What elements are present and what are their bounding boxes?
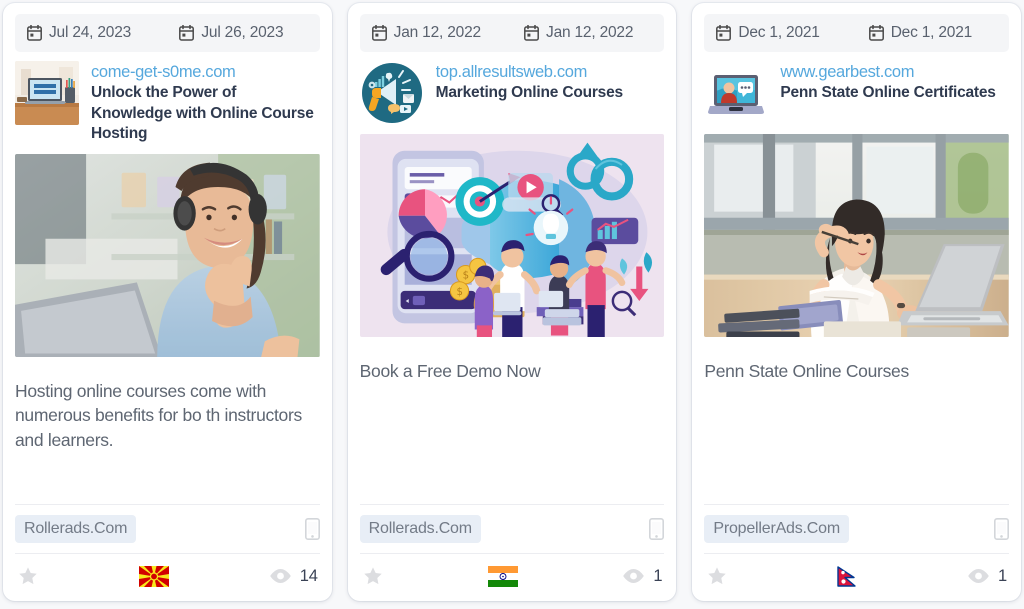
ad-title: Marketing Online Courses [435,84,623,101]
site-meta: come-get-s0me.com Unlock the Power of Kn… [91,61,320,145]
view-count: 1 [998,566,1008,585]
flag-india [488,565,519,587]
laptop-video-call-logo [704,61,769,125]
stats-row: 1 [692,554,1021,601]
mobile-icon [649,518,665,540]
date-range-bar: Jan 12, 2022 Jan 12, 2022 [359,14,665,52]
flag-north-macedonia [138,565,169,587]
stats-row: 1 [348,554,677,601]
end-date-text: Dec 1, 2021 [890,24,973,41]
flag-nepal [836,565,856,587]
svg-text:$: $ [456,287,462,298]
start-date: Jan 12, 2022 [360,24,512,42]
site-domain-link[interactable]: come-get-s0me.com [91,62,320,82]
end-date-text: Jul 26, 2023 [201,24,284,41]
site-header: top.allresultsweb.com Marketing Online C… [348,52,677,125]
ad-card[interactable]: Jul 24, 2023 Jul 26, 2023 come-get-s0me.… [3,3,332,601]
star-icon[interactable] [362,565,384,587]
megaphone-marketing-logo [359,61,424,125]
calendar-icon [716,25,732,41]
ad-card[interactable]: Jan 12, 2022 Jan 12, 2022 top.allresults… [347,3,677,601]
date-range-bar: Jul 24, 2023 Jul 26, 2023 [15,14,320,52]
site-header: www.gearbest.com Penn State Online Certi… [692,52,1021,125]
view-count: 14 [299,566,318,585]
start-date: Dec 1, 2021 [704,24,856,42]
network-row: PropellerAds.Com [692,505,1021,553]
end-date: Jul 26, 2023 [167,24,319,42]
start-date-text: Jan 12, 2022 [393,24,481,41]
ad-title: Unlock the Power of Knowledge with Onlin… [91,84,314,142]
ad-card[interactable]: Dec 1, 2021 Dec 1, 2021 www.gearbest.com… [692,3,1022,601]
star-icon[interactable] [706,565,728,587]
start-date-text: Dec 1, 2021 [738,24,820,41]
end-date: Dec 1, 2021 [857,24,1009,42]
view-count: 1 [653,566,663,585]
site-domain-link[interactable]: top.allresultsweb.com [436,62,665,82]
eye-icon [269,569,291,583]
calendar-icon [27,25,42,41]
digital-marketing-illustration[interactable]: $ $ [359,134,665,337]
eye-icon [968,569,989,583]
calendar-icon [179,25,195,41]
start-date: Jul 24, 2023 [15,24,167,42]
online-course-laptop-thumbnail [15,61,79,125]
svg-text:$: $ [462,271,468,282]
date-range-bar: Dec 1, 2021 Dec 1, 2021 [704,14,1010,52]
ad-description: Penn State Online Courses [704,361,909,381]
end-date-text: Jan 12, 2022 [546,24,634,41]
ad-title: Penn State Online Certificates [780,84,996,101]
network-row: Rollerads.Com [348,505,677,553]
woman-headphones-thumbs-up-photo[interactable] [15,153,320,357]
ad-network-badge[interactable]: Rollerads.Com [15,515,137,543]
site-domain-link[interactable]: www.gearbest.com [780,62,1009,82]
stats-row: 14 [3,554,332,601]
site-meta: www.gearbest.com Penn State Online Certi… [780,61,1009,104]
ad-card-grid: Jul 24, 2023 Jul 26, 2023 come-get-s0me.… [0,0,1024,609]
start-date-text: Jul 24, 2023 [49,24,132,41]
site-meta: top.allresultsweb.com Marketing Online C… [436,61,665,104]
ad-description: Book a Free Demo Now [359,361,541,381]
ad-network-badge[interactable]: PropellerAds.Com [704,515,849,543]
site-header: come-get-s0me.com Unlock the Power of Kn… [3,52,332,145]
calendar-icon [524,25,539,41]
mobile-icon [304,518,320,540]
end-date: Jan 12, 2022 [512,24,664,42]
view-count-group: 1 [622,566,663,586]
star-icon[interactable] [17,565,39,587]
ad-network-badge[interactable]: Rollerads.Com [359,515,481,543]
network-row: Rollerads.Com [3,505,332,553]
eye-icon [623,569,645,583]
woman-working-laptop-desk-photo[interactable] [704,134,1010,337]
calendar-icon [371,25,387,41]
view-count-group: 1 [967,567,1007,586]
view-count-group: 14 [269,567,318,586]
ad-description: Hosting online courses come with numerou… [15,380,302,450]
calendar-icon [868,25,884,41]
mobile-icon [994,518,1010,540]
